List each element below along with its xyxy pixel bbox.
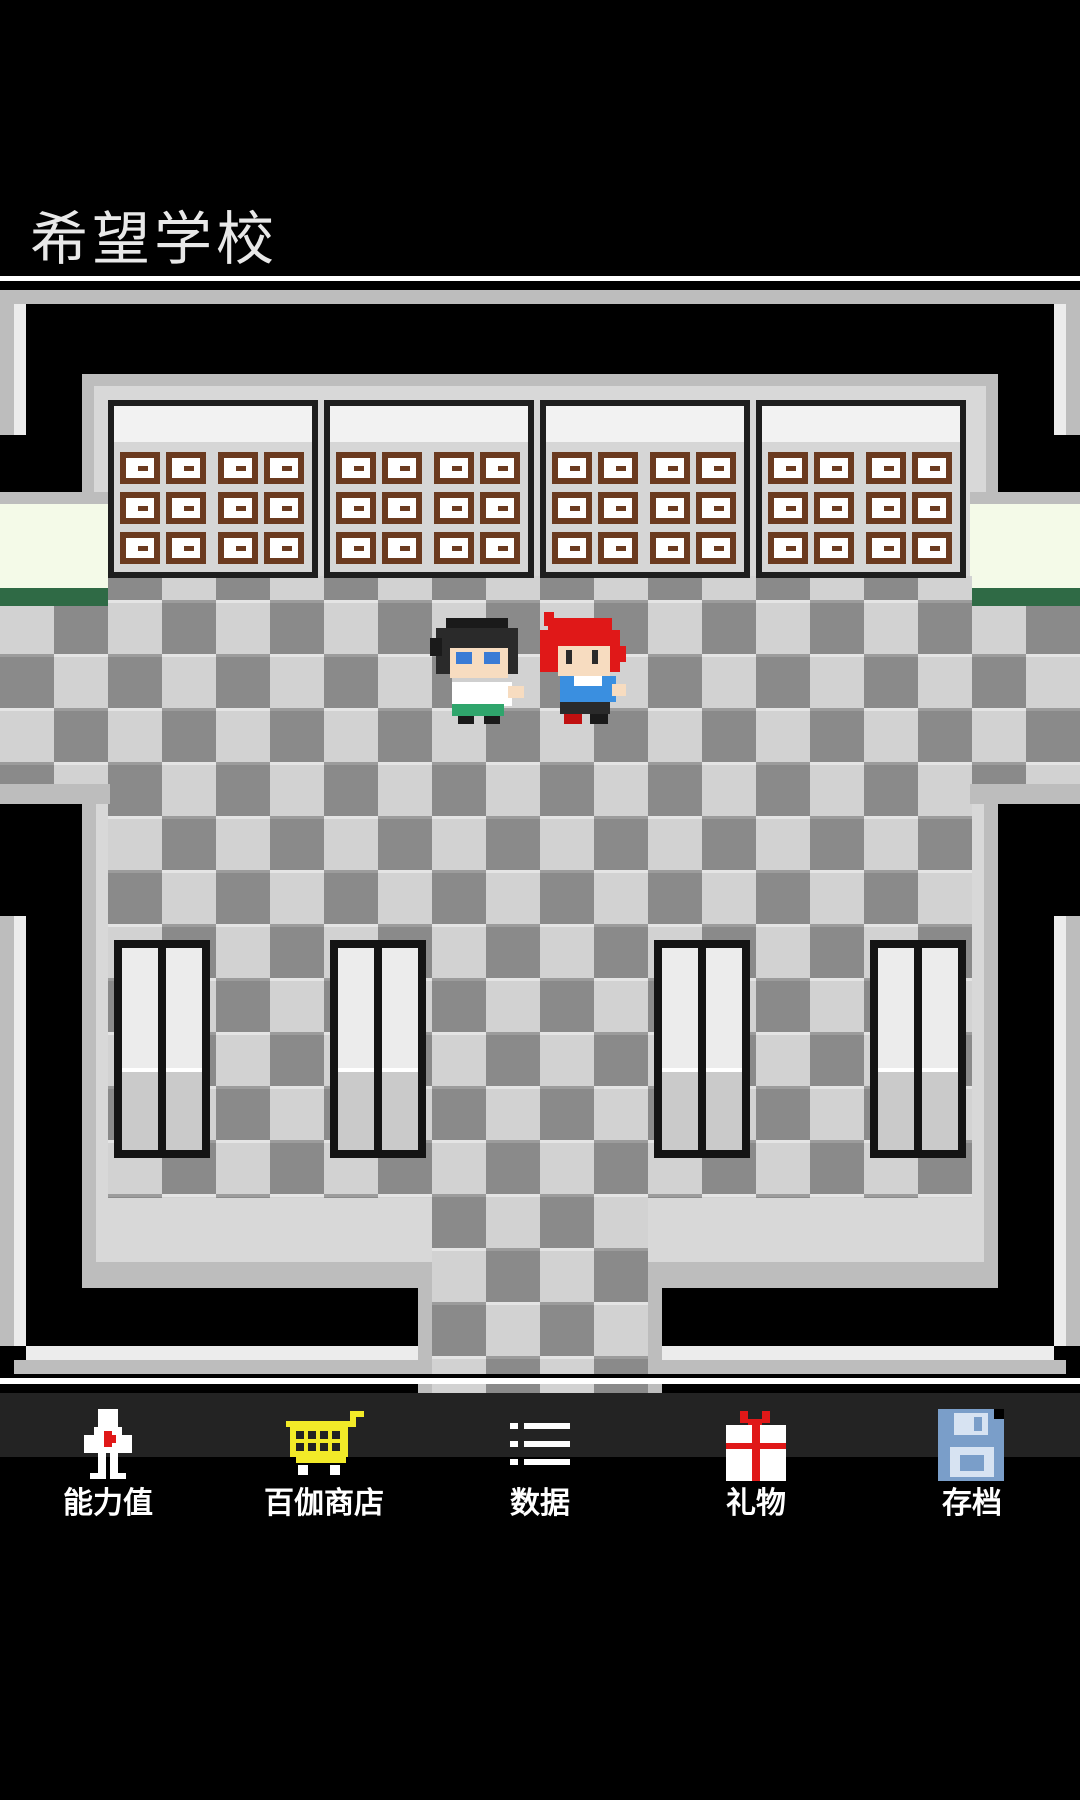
pillar xyxy=(870,940,966,1158)
save-label: 存档 xyxy=(942,1486,1002,1521)
cabinet xyxy=(756,400,966,578)
pillar xyxy=(330,940,426,1158)
save-button[interactable]: 存档 xyxy=(864,1393,1080,1523)
shop-button[interactable]: 百伽商店 xyxy=(216,1393,432,1523)
list-icon xyxy=(510,1423,570,1465)
cabinet xyxy=(108,400,318,578)
cabinet xyxy=(324,400,534,578)
game-map[interactable] xyxy=(0,276,1080,1394)
location-title: 希望学校 xyxy=(30,205,279,273)
data-button[interactable]: 数据 xyxy=(432,1393,648,1523)
shopping-cart-icon xyxy=(286,1411,364,1475)
data-label: 数据 xyxy=(510,1486,570,1521)
character-stats-icon xyxy=(84,1409,132,1479)
floppy-disk-icon xyxy=(938,1409,1004,1481)
pillar xyxy=(114,940,210,1158)
gift-icon xyxy=(726,1411,786,1481)
cabinet xyxy=(540,400,750,578)
gift-label: 礼物 xyxy=(726,1486,786,1521)
stats-button[interactable]: 能力值 xyxy=(0,1393,216,1523)
stats-label: 能力值 xyxy=(63,1486,153,1521)
gift-button[interactable]: 礼物 xyxy=(648,1393,864,1523)
bottom-menu-bar: 能力值 百伽商店 数据 礼物 存档 xyxy=(0,1393,1080,1523)
pillar xyxy=(654,940,750,1158)
shop-label: 百伽商店 xyxy=(264,1486,384,1521)
